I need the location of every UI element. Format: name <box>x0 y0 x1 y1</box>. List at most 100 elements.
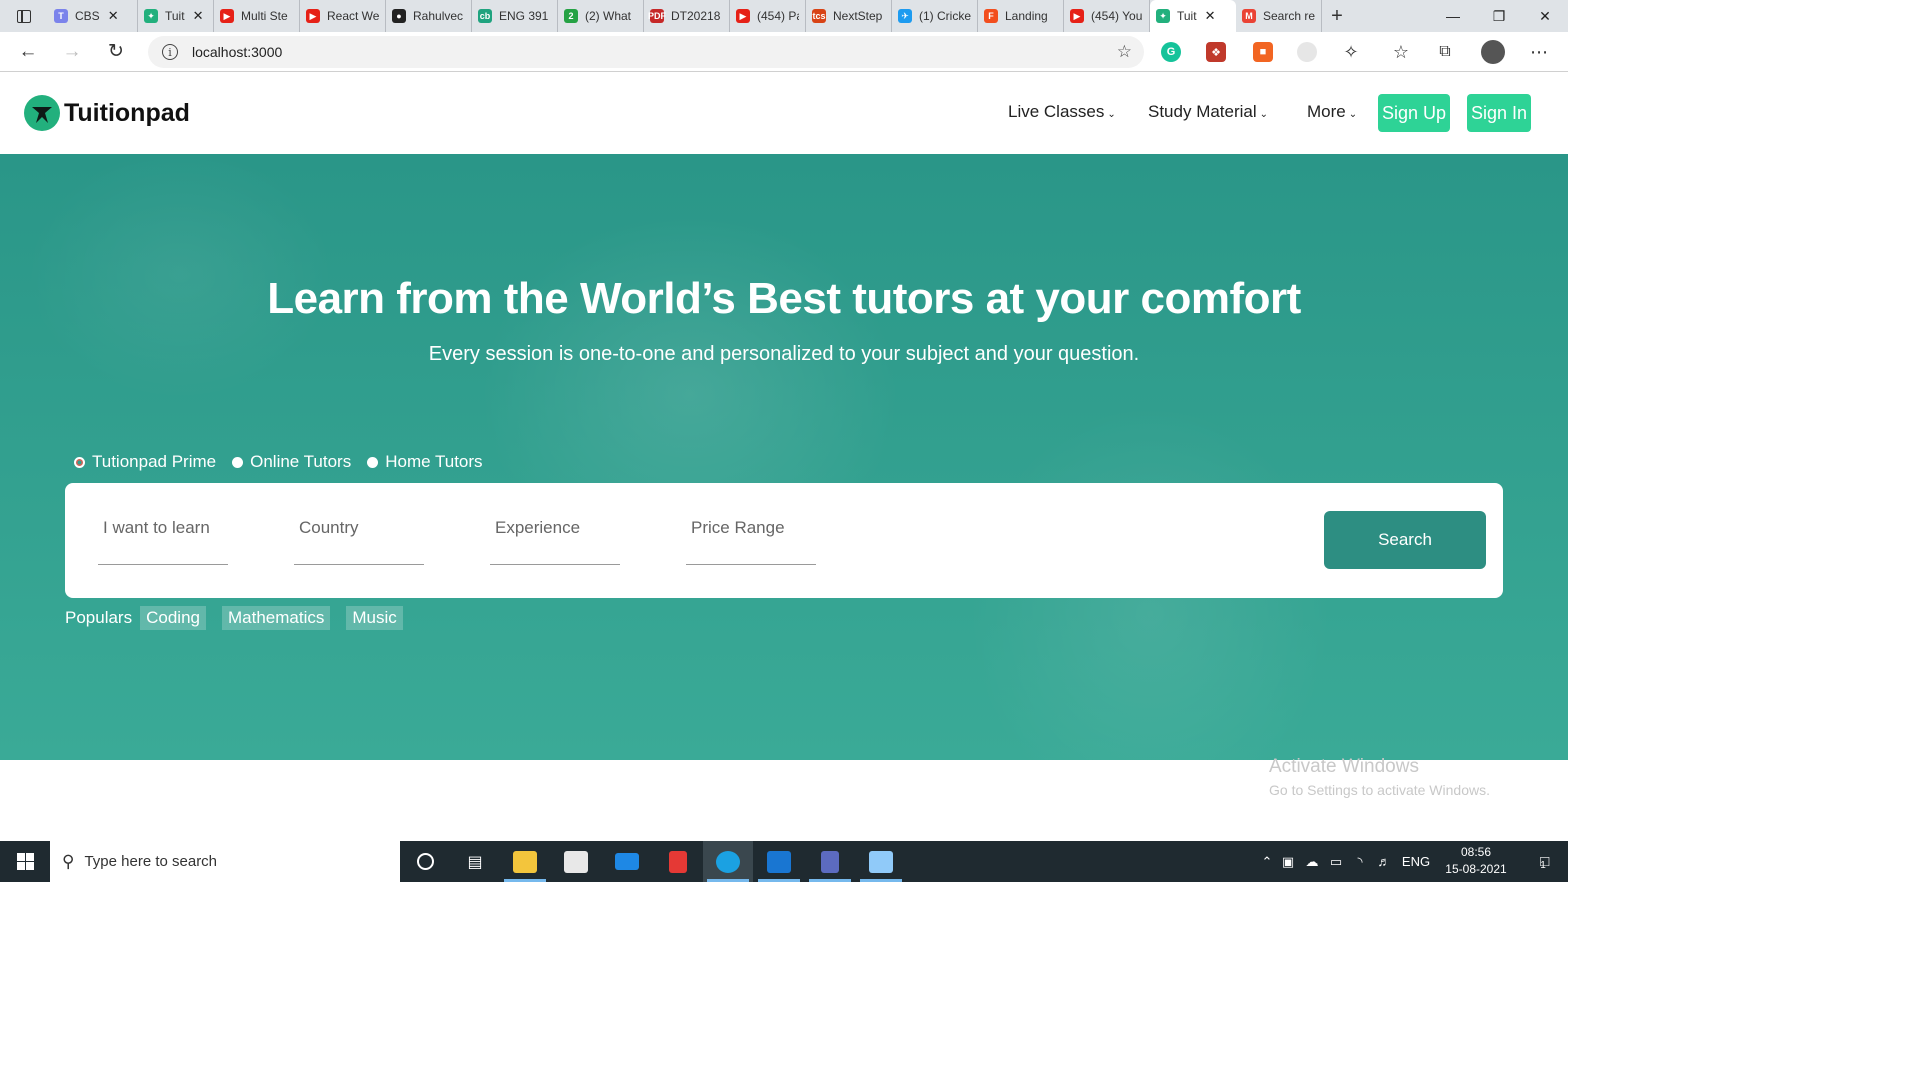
back-button[interactable]: ← <box>6 32 50 72</box>
new-tab-button[interactable]: + <box>1322 5 1352 28</box>
notification-center-button[interactable]: □ 1 <box>1518 841 1568 882</box>
close-tab-icon[interactable]: ✕ <box>1205 8 1216 24</box>
browser-tab[interactable]: F Landing <box>978 0 1064 32</box>
cortana-button[interactable] <box>400 841 450 882</box>
taskbar-search[interactable]: ⚲ Type here to search <box>50 841 400 882</box>
taskbar: ⚲ Type here to search ▤ ⌃ ▣ ☁ ▭ ◝ ♬ ENG … <box>0 841 1568 882</box>
browser-tab[interactable]: ▶ React We <box>300 0 386 32</box>
extensions-button[interactable]: ✧ <box>1336 32 1366 72</box>
folder-icon <box>513 850 537 873</box>
popular-chip-mathematics[interactable]: Mathematics <box>221 606 331 630</box>
minimize-button[interactable]: — <box>1430 0 1476 32</box>
address-bar[interactable]: i localhost:3000 ☆ <box>148 36 1144 68</box>
close-tab-icon[interactable]: ✕ <box>108 8 119 24</box>
calculator-icon <box>821 850 839 873</box>
language-indicator[interactable]: ENG <box>1396 854 1436 869</box>
mail-button[interactable] <box>602 841 652 882</box>
start-button[interactable] <box>0 841 50 882</box>
browser-tab[interactable]: ✦ Tuit ✕ <box>138 0 214 32</box>
mail-icon <box>615 853 639 870</box>
file-explorer-button[interactable] <box>500 841 550 882</box>
price-range-input[interactable]: Price Range <box>686 511 816 565</box>
url-text[interactable]: localhost:3000 <box>192 44 282 60</box>
search-button[interactable]: Search <box>1324 511 1486 569</box>
extension-circle[interactable] <box>1292 32 1322 72</box>
youtube-icon: ▶ <box>736 9 750 23</box>
restore-button[interactable]: ❐ <box>1476 0 1522 32</box>
store-icon <box>564 850 588 873</box>
popular-chip-music[interactable]: Music <box>346 606 403 630</box>
radio-home-tutors[interactable]: Home Tutors <box>367 452 483 472</box>
app-window-button[interactable] <box>856 841 906 882</box>
grammarly-extension[interactable]: G <box>1156 32 1186 72</box>
sign-in-button[interactable]: Sign In <box>1467 94 1531 132</box>
browser-tab[interactable]: ▶ (454) Par <box>730 0 806 32</box>
experience-input[interactable]: Experience <box>490 511 620 565</box>
tuitionpad-icon: ✦ <box>1156 9 1170 23</box>
populars-label: Populars <box>65 608 133 627</box>
sign-up-button[interactable]: Sign Up <box>1378 94 1450 132</box>
browser-tab[interactable]: T CBS ✕ <box>48 0 138 32</box>
browser-tab[interactable]: 2 (2) What <box>558 0 644 32</box>
chevron-down-icon: ⌄ <box>1107 109 1116 120</box>
add-favorite-icon[interactable]: ☆ <box>1117 42 1132 62</box>
favorites-button[interactable]: ☆ <box>1386 32 1416 72</box>
chevron-down-icon: ⌄ <box>1259 109 1269 120</box>
screenshot-extension[interactable]: ❖ <box>1201 32 1231 72</box>
popular-chip-coding[interactable]: Coding <box>140 606 206 630</box>
cb-icon: cb <box>478 9 492 23</box>
tab-title: React We <box>327 9 379 23</box>
nav-more[interactable]: More ⌄ <box>1307 102 1357 122</box>
refresh-button[interactable]: ↻ <box>94 32 138 72</box>
close-window-button[interactable]: ✕ <box>1522 0 1568 32</box>
task-view-button[interactable]: ▤ <box>450 841 500 882</box>
device-icon[interactable]: ▣ <box>1276 854 1300 870</box>
radio-tutionpad-prime[interactable]: Tutionpad Prime <box>74 452 216 472</box>
clock[interactable]: 08:56 15-08-2021 <box>1440 844 1512 878</box>
radio-unselected-icon <box>367 456 379 468</box>
settings-more-button[interactable]: ⋯ <box>1524 32 1554 72</box>
edge-icon <box>716 850 740 873</box>
browser-tab[interactable]: cb ENG 391 <box>472 0 558 32</box>
nav-study-material[interactable]: Study Material ⌄ <box>1148 102 1268 122</box>
browser-tab[interactable]: ✦ Tuit ✕ <box>1150 0 1236 32</box>
close-tab-icon[interactable]: ✕ <box>193 8 204 24</box>
browser-tab[interactable]: ✈ (1) Cricke <box>892 0 978 32</box>
tuitionpad-logo-icon <box>24 95 60 131</box>
vscode-button[interactable] <box>754 841 804 882</box>
nav-live-classes[interactable]: Live Classes ⌄ <box>1008 102 1116 122</box>
tutor-type-radio-group: Tutionpad Prime Online Tutors Home Tutor… <box>74 452 499 472</box>
activate-windows-watermark: Activate Windows Go to Settings to activ… <box>1269 756 1490 798</box>
browser-tab[interactable]: tcs NextStep <box>806 0 892 32</box>
profile-button[interactable] <box>1478 32 1508 72</box>
office-button[interactable] <box>653 841 703 882</box>
browser-tab[interactable]: ● Rahulvec <box>386 0 472 32</box>
edge-button[interactable] <box>703 841 753 882</box>
tab-actions-button[interactable] <box>0 0 48 32</box>
tab-title: Search re <box>1263 9 1315 23</box>
calculator-button[interactable] <box>805 841 855 882</box>
site-info-icon[interactable]: i <box>162 44 178 60</box>
logo[interactable]: Tuitionpad <box>24 95 190 131</box>
tab-title: (1) Cricke <box>919 9 971 23</box>
battery-icon[interactable]: ▭ <box>1324 854 1348 870</box>
collections-button[interactable]: ⧉ <box>1430 32 1460 72</box>
browser-tab[interactable]: M Search re <box>1236 0 1322 32</box>
wifi-icon[interactable]: ◝ <box>1348 854 1372 870</box>
browser-tab[interactable]: ▶ (454) You <box>1064 0 1150 32</box>
browser-tab[interactable]: PDF DT20218 <box>644 0 730 32</box>
radio-online-tutors[interactable]: Online Tutors <box>232 452 351 472</box>
learn-input[interactable]: I want to learn <box>98 511 228 565</box>
youtube-icon: ▶ <box>1070 9 1084 23</box>
cloud-icon[interactable]: ☁ <box>1300 854 1324 870</box>
clock-date: 15-08-2021 <box>1445 862 1507 876</box>
tab-title: (454) Par <box>757 9 799 23</box>
adblock-extension[interactable]: ■ <box>1248 32 1278 72</box>
store-button[interactable] <box>551 841 601 882</box>
chevron-up-icon[interactable]: ⌃ <box>1258 854 1276 870</box>
browser-tab[interactable]: ▶ Multi Ste <box>214 0 300 32</box>
forward-button[interactable]: → <box>50 32 94 72</box>
office-icon <box>669 850 687 873</box>
volume-icon[interactable]: ♬ <box>1372 854 1396 869</box>
country-input[interactable]: Country <box>294 511 424 565</box>
